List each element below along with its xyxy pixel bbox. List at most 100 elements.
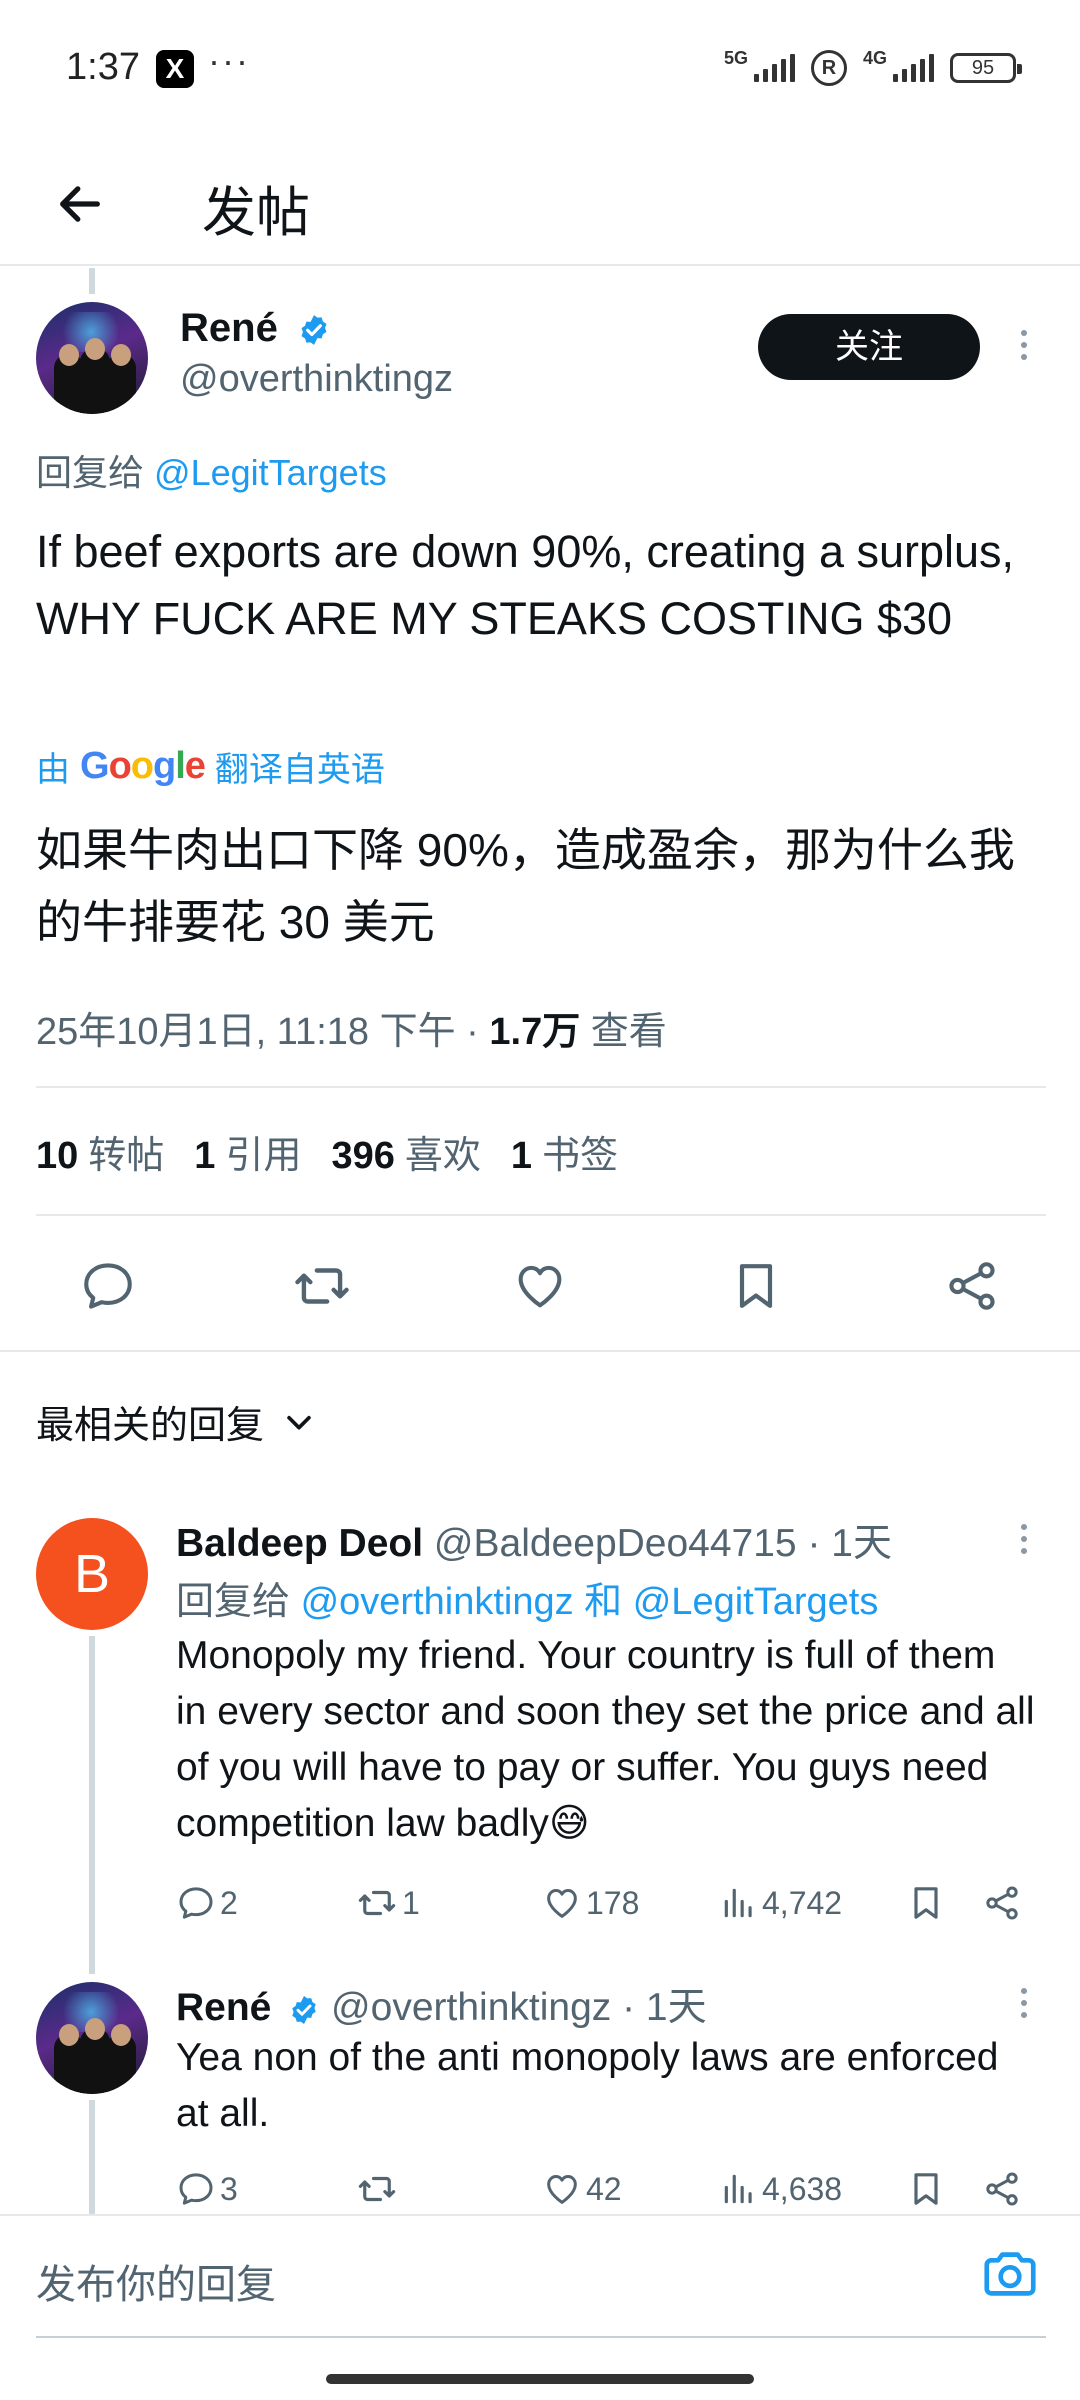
reply-repost-button[interactable]: 1 xyxy=(356,1878,420,1928)
camera-button[interactable] xyxy=(978,2242,1042,2306)
reply-comment-button[interactable]: 3 xyxy=(176,2164,238,2214)
reply-mention-link[interactable]: @LegitTargets xyxy=(633,1581,879,1623)
repost-icon xyxy=(358,1890,396,1916)
thread-connector-line xyxy=(89,1636,95,1966)
verified-badge-icon xyxy=(301,315,327,346)
reply-comment-button[interactable]: 2 xyxy=(176,1878,238,1928)
reply-more-icon[interactable] xyxy=(1014,1524,1034,1554)
quotes-count: 1 xyxy=(194,1135,216,1177)
like-button[interactable] xyxy=(508,1254,572,1318)
reply-like-count: 42 xyxy=(586,2170,622,2207)
divider xyxy=(36,1214,1046,1216)
reply-comment-count: 2 xyxy=(220,1884,238,1921)
reply-and-word: 和 xyxy=(573,1581,633,1623)
reposts-stat[interactable]: 10 转帖 xyxy=(36,1124,164,1179)
reply-views-button[interactable]: 4,638 xyxy=(720,2164,842,2214)
reply-share-button[interactable] xyxy=(982,1878,1022,1928)
reply-to-mention-link[interactable]: @LegitTargets xyxy=(154,452,387,493)
author-handle[interactable]: @overthinktingz xyxy=(180,358,453,401)
bookmark-icon xyxy=(739,1264,773,1308)
likes-count: 396 xyxy=(331,1135,395,1177)
bookmarks-stat[interactable]: 1 书签 xyxy=(511,1124,618,1179)
reply-text: Monopoly my friend. Your country is full… xyxy=(176,1634,1035,1845)
heart-icon xyxy=(518,1265,562,1308)
reply-avatar[interactable]: B xyxy=(36,1518,148,1630)
reply-composer: 发布你的回复 xyxy=(0,2214,1080,2330)
reply-author-name: Baldeep Deol xyxy=(176,1522,424,1565)
divider xyxy=(0,1350,1080,1352)
reply-author[interactable]: Baldeep Deol @BaldeepDeo44715 · 1天 xyxy=(176,1512,892,1568)
reply-like-button[interactable]: 178 xyxy=(542,1878,639,1928)
heart-icon xyxy=(547,1889,577,1918)
battery-icon: 95 xyxy=(950,53,1022,83)
thread-connector-line xyxy=(89,268,95,294)
quotes-label: 引用 xyxy=(225,1135,302,1177)
x-app-icon: X xyxy=(156,50,194,88)
author-name-text: René xyxy=(180,306,278,350)
share-icon xyxy=(949,1262,995,1310)
reposts-label: 转帖 xyxy=(88,1135,165,1177)
reply-action-bar: 3 42 4,638 xyxy=(176,2164,1036,2214)
reply-input[interactable]: 发布你的回复 xyxy=(36,2252,276,2310)
views-label: 查看 xyxy=(580,1011,667,1053)
verified-badge-icon xyxy=(292,1995,316,2024)
bookmark-button[interactable] xyxy=(724,1254,788,1318)
bookmark-icon xyxy=(914,1887,938,1919)
reply-sort-dropdown[interactable]: 最相关的回复 xyxy=(36,1394,316,1449)
reply-more-icon[interactable] xyxy=(1014,1988,1034,2018)
follow-button[interactable]: 关注 xyxy=(758,314,980,380)
reply-author-meta: @BaldeepDeo44715 · 1天 xyxy=(423,1522,892,1565)
reply-sort-label: 最相关的回复 xyxy=(36,1405,265,1447)
quotes-stat[interactable]: 1 引用 xyxy=(194,1124,301,1179)
reply-views-count: 4,742 xyxy=(762,1884,843,1921)
camera-icon xyxy=(984,2252,1036,2296)
back-button[interactable] xyxy=(40,164,120,244)
likes-stat[interactable]: 396 喜欢 xyxy=(331,1124,480,1179)
comment-icon xyxy=(179,1887,213,1919)
reply-bookmark-button[interactable] xyxy=(906,1878,946,1928)
bookmark-icon xyxy=(914,2173,938,2205)
author-name[interactable]: René xyxy=(180,306,331,351)
heart-icon xyxy=(547,2175,577,2204)
reply-author-meta: @overthinktingz · 1天 xyxy=(320,1986,707,2029)
arrow-left-icon xyxy=(60,186,100,222)
reply-views-button[interactable]: 4,742 xyxy=(720,1878,842,1928)
reply-bookmark-button[interactable] xyxy=(906,2164,946,2214)
reply-like-count: 178 xyxy=(586,1884,640,1921)
engagement-stats: 10 转帖 1 引用 396 喜欢 1 书签 xyxy=(36,1124,618,1179)
post-more-icon[interactable] xyxy=(1014,330,1034,360)
reply-views-count: 4,638 xyxy=(762,2170,843,2207)
registered-icon: R xyxy=(810,50,847,86)
chevron-down-icon xyxy=(287,1415,311,1430)
reply-avatar[interactable] xyxy=(36,1982,148,2094)
reply-to-prefix: 回复给 xyxy=(36,452,145,493)
status-bar: 1:37 X ··· 5G R 4G 95 xyxy=(0,0,1080,140)
reply-button[interactable] xyxy=(76,1254,140,1318)
reply-action-bar: 2 1 178 4,742 xyxy=(176,1878,1036,1928)
repost-button[interactable] xyxy=(290,1254,354,1318)
views-chart-icon xyxy=(724,2174,752,2204)
reply-like-button[interactable]: 42 xyxy=(542,2164,622,2214)
post-action-bar xyxy=(0,1240,1080,1330)
reply-share-button[interactable] xyxy=(982,2164,1022,2214)
composer-underline xyxy=(36,2336,1046,2338)
author-avatar[interactable] xyxy=(36,302,148,414)
reply-mention-link[interactable]: @overthinktingz xyxy=(301,1581,574,1623)
reply-repost-button[interactable] xyxy=(356,2164,402,2214)
signal-4g-icon xyxy=(893,54,934,82)
translation-attribution[interactable]: 由 Google 翻译自英语 xyxy=(36,742,385,791)
signal-5g-icon xyxy=(753,54,795,82)
reply-repost-count: 1 xyxy=(402,1884,420,1921)
reposts-count: 10 xyxy=(36,1135,79,1177)
reply-comment-count: 3 xyxy=(220,2170,238,2207)
reply-to-prefix: 回复给 xyxy=(176,1581,301,1623)
reply-to-line: 回复给 @overthinktingz 和 @LegitTargets xyxy=(176,1570,878,1625)
comment-icon xyxy=(84,1263,132,1309)
share-button[interactable] xyxy=(940,1254,1004,1318)
reply-author[interactable]: René @overthinktingz · 1天 xyxy=(176,1976,707,2032)
divider xyxy=(36,1086,1046,1088)
repost-icon xyxy=(358,2176,396,2202)
reply-to-line: 回复给 @LegitTargets xyxy=(36,444,387,496)
share-icon xyxy=(986,2172,1018,2206)
home-indicator[interactable] xyxy=(326,2374,754,2384)
